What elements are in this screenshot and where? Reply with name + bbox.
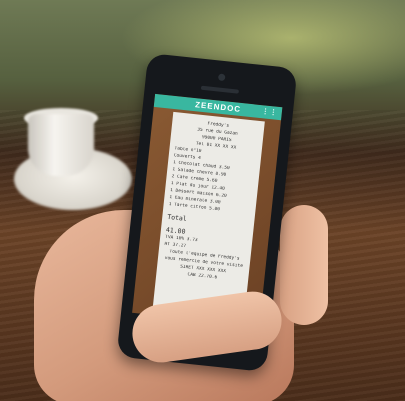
phone-speaker — [200, 85, 240, 94]
front-camera — [217, 73, 226, 82]
phone-screen[interactable]: ZEENDOC ⋮⋮ Freddy's 35 rue du Gazan 9900… — [132, 93, 283, 327]
finger — [280, 205, 328, 325]
photo-background: ZEENDOC ⋮⋮ Freddy's 35 rue du Gazan 9900… — [0, 0, 405, 401]
coffee-cup — [28, 114, 94, 176]
menu-icon[interactable]: ⋮⋮ — [261, 107, 278, 117]
app-title: ZEENDOC — [194, 100, 242, 114]
